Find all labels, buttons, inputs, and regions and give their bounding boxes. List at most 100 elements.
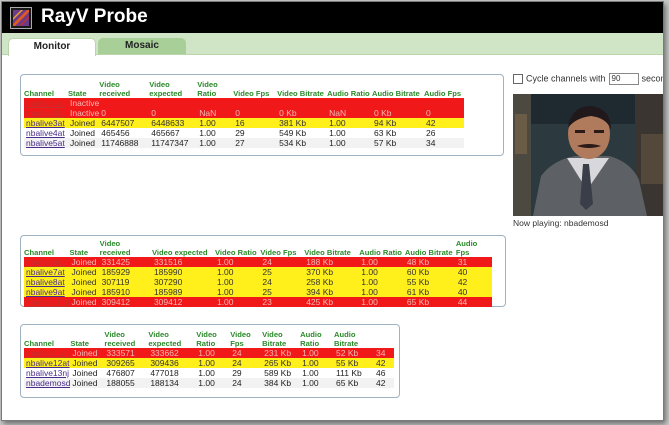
table-row: nbalive8at Joined 307119 307290 1.00 24 258 Kb… [24, 277, 492, 287]
table-row: nbalive2at Inactive 0 0 NaN 0 0 Kb NaN 0 Kb 0 [24, 108, 464, 118]
channel-link[interactable]: nbalive10at [24, 297, 70, 307]
cycle-control: Cycle channels with90seconds i [513, 73, 663, 85]
channel-link[interactable]: nbalive5at [24, 138, 68, 148]
cycle-seconds-input[interactable]: 90 [608, 73, 639, 85]
table-cell: 1.00 [197, 138, 234, 148]
table-cell: 16 [233, 118, 278, 128]
channel-link-text[interactable]: nbalive11at [26, 348, 69, 358]
tab-mosaic[interactable]: Mosaic [98, 38, 186, 54]
channel-link-text[interactable]: nbalive6at [26, 257, 65, 267]
channel-link[interactable]: nbalive8at [24, 277, 70, 287]
column-header: State [69, 248, 89, 257]
cycle-label: Cycle channels with [526, 73, 606, 84]
table-cell: Joined [70, 368, 105, 378]
table-cell: 1.00 [359, 287, 405, 297]
column-header: Video Bitrate [262, 330, 287, 348]
channel-link[interactable]: nbalive12at [24, 358, 71, 368]
table-cell: 465456 [99, 128, 150, 138]
table-cell: Joined [70, 378, 105, 388]
cycle-checkbox[interactable] [513, 74, 523, 84]
table-cell: 1.00 [214, 287, 261, 297]
channel-link[interactable]: nbalive11at [24, 348, 71, 358]
table-cell: 589 Kb [262, 368, 301, 378]
table-cell: 42 [373, 358, 394, 368]
table-cell [327, 98, 373, 108]
column-header: Video Ratio [214, 248, 257, 257]
channel-link[interactable]: nbalive7at [24, 267, 70, 277]
table-cell: 0 [233, 108, 278, 118]
table-cell: Joined [69, 257, 100, 267]
table-cell: 0 [99, 108, 150, 118]
table-cell [277, 98, 328, 108]
channel-link-text[interactable]: nbalive8at [26, 277, 65, 287]
column-header: State [67, 89, 87, 98]
table-cell: 27 [233, 138, 278, 148]
rayv-logo-icon [10, 7, 32, 29]
column-header: Audio Bitrate [334, 330, 359, 348]
table-cell: 0 Kb [277, 108, 328, 118]
table-cell: 34 [373, 348, 394, 358]
table-cell: 309412 [151, 297, 215, 307]
channel-table-1: Channel State Video received Video expected… [24, 80, 464, 148]
table-cell: 24 [260, 277, 305, 287]
cycle-suffix: seconds i [641, 73, 663, 84]
channel-link[interactable]: nbalive2at [24, 108, 68, 118]
channel-link[interactable]: nbalive13nj [24, 368, 71, 378]
channel-link-text[interactable]: nbalive1at [26, 98, 65, 108]
table-cell: Joined [70, 358, 105, 368]
channel-link[interactable]: nbalive1at [24, 98, 68, 108]
channel-link-text[interactable]: nbalive9at [26, 287, 65, 297]
channel-link-text[interactable]: nbalive13nj [26, 368, 69, 378]
table-header-row: Channel State Video received Video expected… [24, 330, 394, 348]
channel-link-text[interactable]: nbalive4at [26, 128, 65, 138]
table-cell: 185990 [151, 267, 215, 277]
channel-link-text[interactable]: nbalive5at [26, 138, 65, 148]
channel-link-text[interactable]: nbademosd [26, 378, 70, 388]
column-header: Audio Fps [455, 239, 478, 257]
table-cell: 333571 [104, 348, 149, 358]
video-preview[interactable] [513, 94, 663, 216]
column-header: Video Ratio [196, 330, 217, 348]
table-cell [372, 98, 424, 108]
table-row: nbalive11at Joined 333571 333662 1.00 24 231 K… [24, 348, 394, 358]
table-cell: 1.00 [359, 277, 405, 287]
table-cell: 11746888 [99, 138, 150, 148]
table-cell: 1.00 [214, 267, 261, 277]
channel-link[interactable]: nbalive9at [24, 287, 70, 297]
channel-link[interactable]: nbalive4at [24, 128, 68, 138]
channel-link[interactable]: nbalive3at [24, 118, 68, 128]
table-row: nbalive5at Joined 11746888 11747347 1.00 27 53… [24, 138, 464, 148]
table-row: nbalive12at Joined 309265 309436 1.00 24 265 K… [24, 358, 394, 368]
table-cell: 0 Kb [372, 108, 424, 118]
table-cell: 34 [423, 138, 464, 148]
channel-link-text[interactable]: nbalive12at [26, 358, 69, 368]
table-row: nbalive4at Joined 465456 465667 1.00 29 549 Kb… [24, 128, 464, 138]
channel-link-text[interactable]: nbalive3at [26, 118, 65, 128]
table-cell: 549 Kb [277, 128, 328, 138]
table-cell: 185910 [99, 287, 152, 297]
table-cell: 61 Kb [404, 287, 456, 297]
column-header: Video expected [149, 80, 183, 98]
table-cell: 24 [230, 378, 263, 388]
table-cell: 6448633 [149, 118, 198, 128]
table-cell: Joined [67, 128, 100, 138]
table-cell: 1.00 [327, 128, 373, 138]
table-row: nbalive9at Joined 185910 185989 1.00 25 394 Kb… [24, 287, 492, 297]
table-cell: 188134 [148, 378, 197, 388]
table-cell: 307119 [99, 277, 152, 287]
tab-monitor[interactable]: Monitor [8, 38, 96, 56]
table-row: nbalive10at Joined 309412 309412 1.00 23 425 K… [24, 297, 492, 307]
channel-link-text[interactable]: nbalive7at [26, 267, 65, 277]
table-cell: 425 Kb [304, 297, 360, 307]
channel-link-text[interactable]: nbalive2at [26, 108, 65, 118]
table-cell: 331425 [99, 257, 152, 267]
channel-link[interactable]: nbalive6at [24, 257, 70, 267]
table-cell: 42 [373, 378, 394, 388]
channel-link[interactable]: nbademosd [24, 378, 71, 388]
table-cell: 1.00 [327, 138, 373, 148]
channel-link-text[interactable]: nbalive10at [26, 297, 69, 307]
table-cell: Joined [69, 277, 100, 287]
title-bar: RayV Probe [2, 2, 663, 33]
table-cell: 25 [260, 287, 305, 297]
table-cell: Joined [69, 267, 100, 277]
